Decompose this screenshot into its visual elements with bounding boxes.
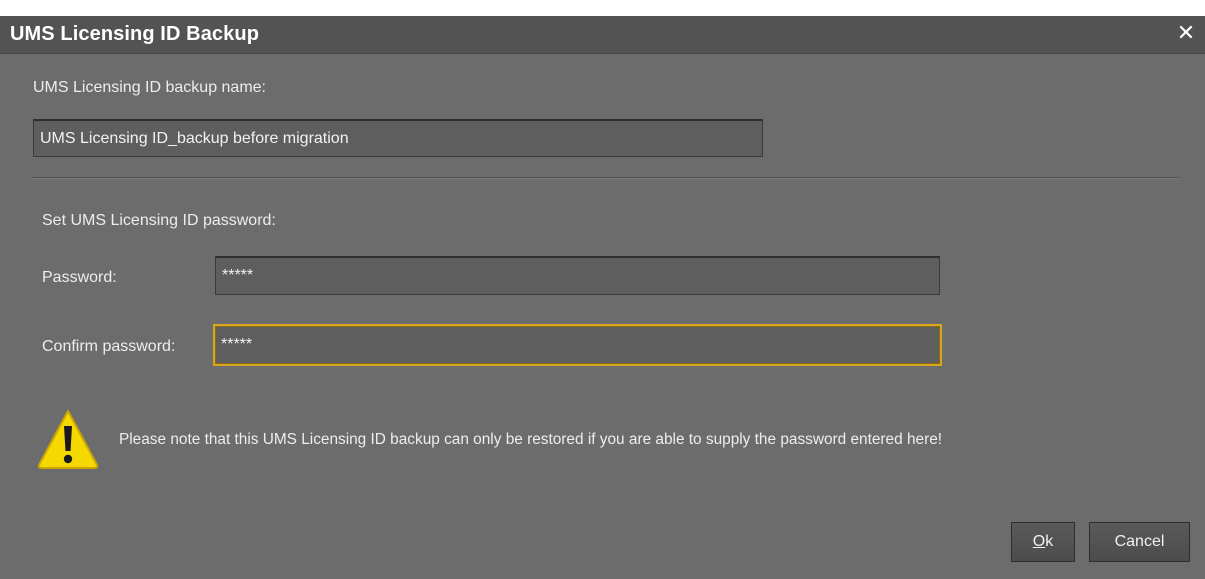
close-icon: ✕ bbox=[1176, 20, 1196, 45]
warning-triangle-icon bbox=[37, 410, 99, 469]
section-divider bbox=[33, 177, 1178, 179]
password-label: Password: bbox=[42, 269, 117, 286]
confirm-password-input[interactable] bbox=[213, 324, 942, 366]
backup-name-label: UMS Licensing ID backup name: bbox=[33, 79, 266, 96]
ok-button-mnemonic: O bbox=[1032, 533, 1046, 550]
cancel-button[interactable]: Cancel bbox=[1089, 522, 1190, 562]
top-strip bbox=[0, 0, 1205, 16]
dialog-title: UMS Licensing ID Backup bbox=[10, 23, 260, 45]
ok-button[interactable]: Ok bbox=[1011, 522, 1075, 562]
dialog-titlebar[interactable]: UMS Licensing ID Backup ✕ bbox=[0, 16, 1205, 54]
ok-button-label: k bbox=[1045, 533, 1054, 550]
close-button[interactable]: ✕ bbox=[1173, 20, 1199, 46]
backup-name-input[interactable] bbox=[33, 119, 763, 157]
password-input[interactable] bbox=[215, 256, 940, 295]
password-section-heading: Set UMS Licensing ID password: bbox=[42, 212, 276, 229]
backup-dialog: UMS Licensing ID Backup ✕ UMS Licensing … bbox=[0, 16, 1205, 579]
warning-message: Please note that this UMS Licensing ID b… bbox=[119, 431, 943, 448]
confirm-password-label: Confirm password: bbox=[42, 338, 176, 355]
